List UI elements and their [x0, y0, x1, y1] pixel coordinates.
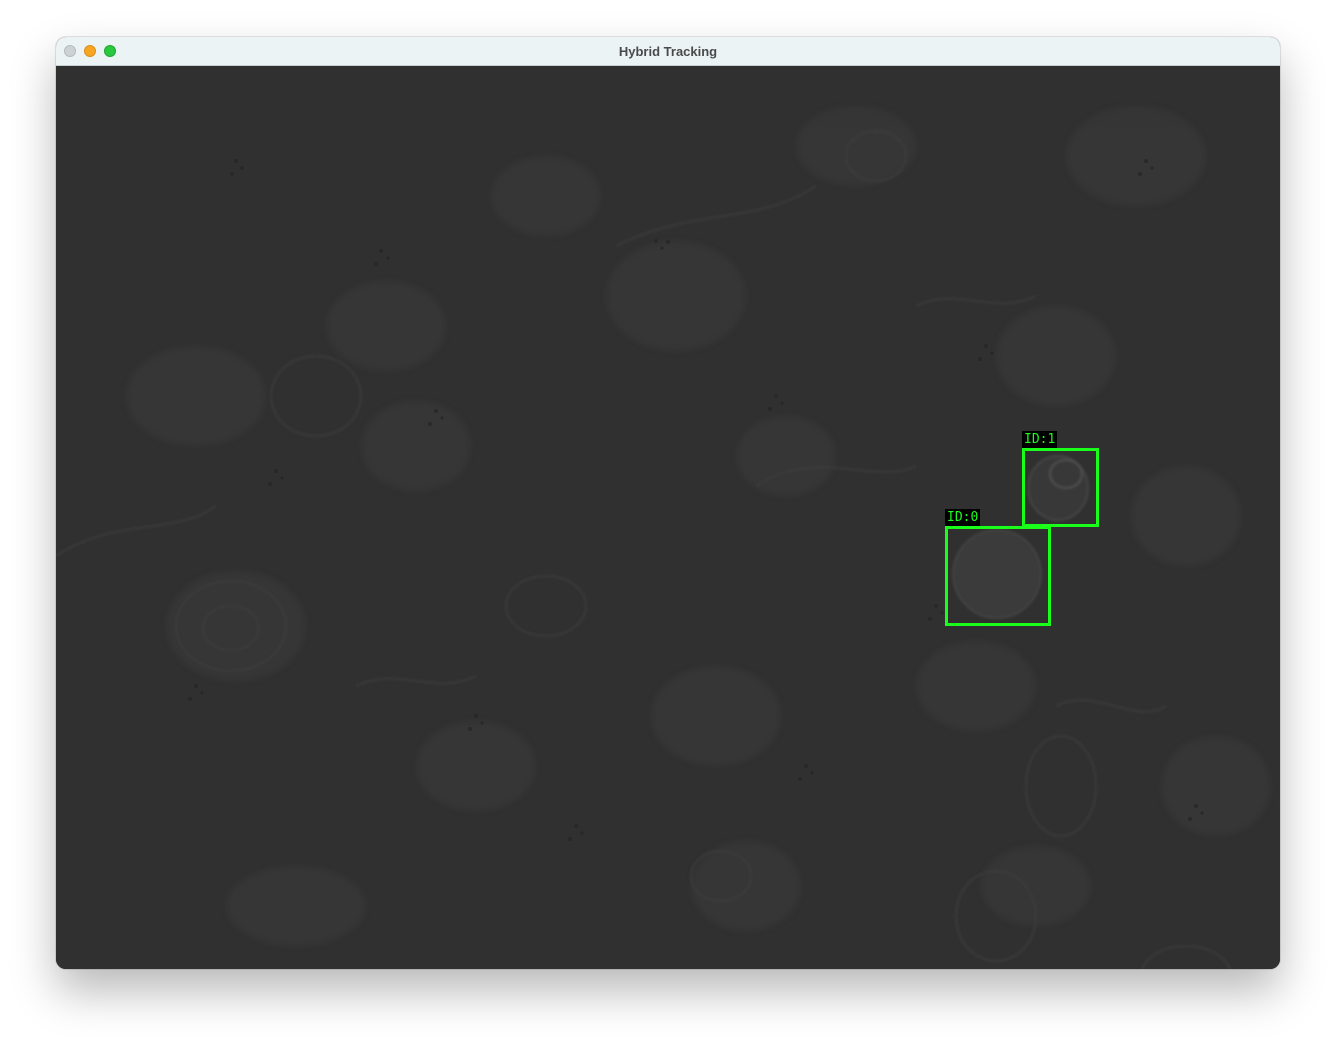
track-box-1[interactable] [1022, 448, 1099, 527]
window-title: Hybrid Tracking [618, 44, 718, 59]
app-window: Hybrid Tracking ID:0 ID:1 [56, 37, 1280, 969]
tracking-video-frame[interactable]: ID:0 ID:1 [56, 66, 1280, 969]
track-box-0[interactable] [945, 526, 1051, 626]
track-label-0: ID:0 [945, 509, 981, 526]
title-bar[interactable]: Hybrid Tracking [56, 37, 1280, 66]
track-label-1: ID:1 [1022, 431, 1058, 448]
